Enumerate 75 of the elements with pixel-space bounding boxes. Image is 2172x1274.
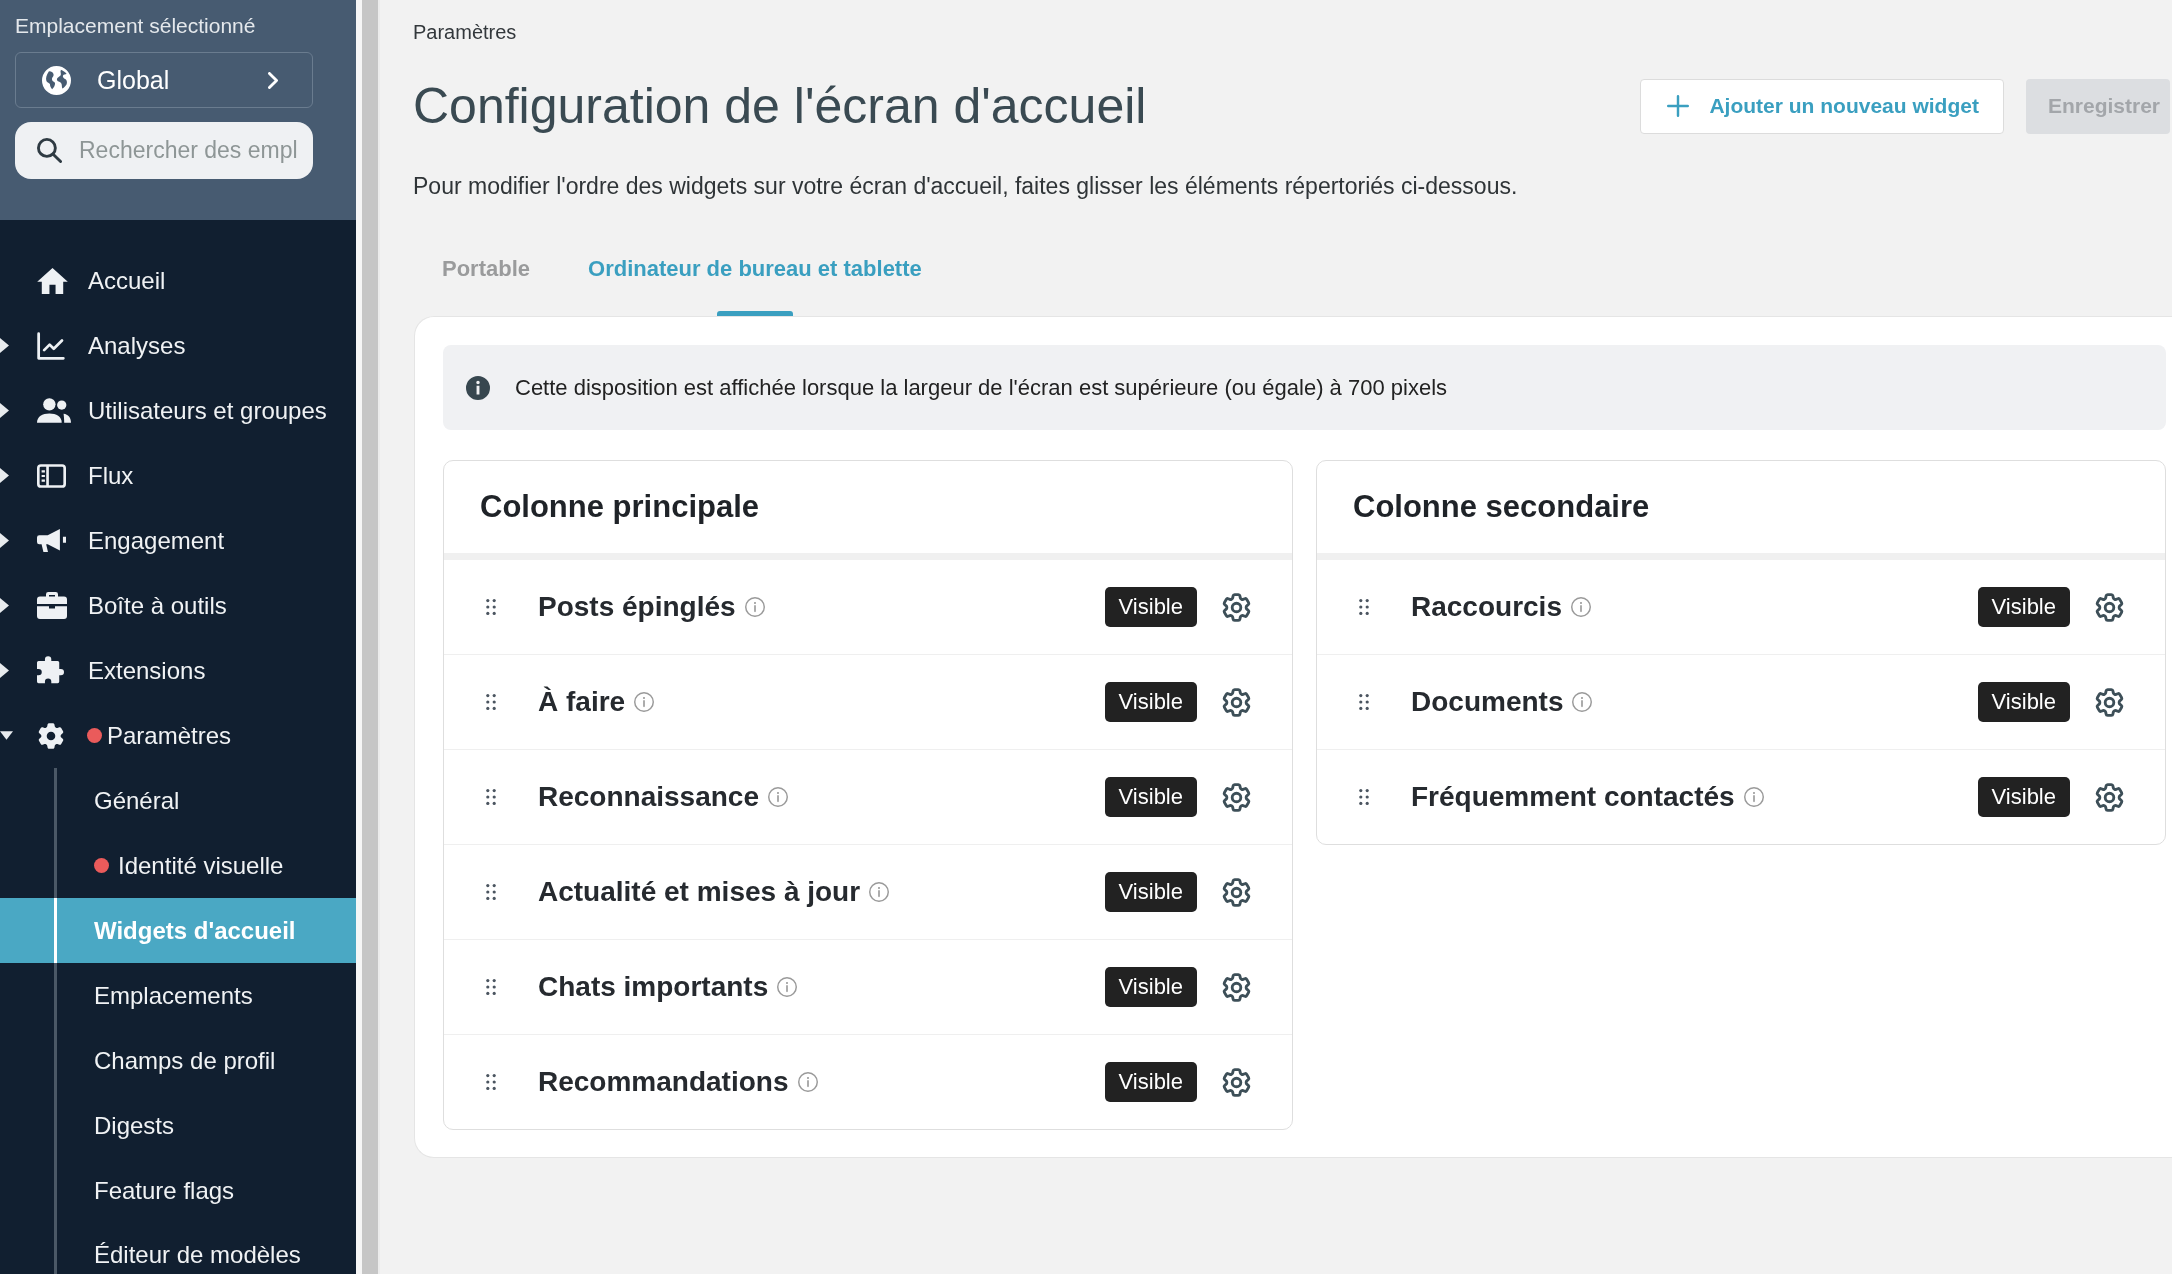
settings-icon[interactable] <box>1221 781 1252 813</box>
search-icon <box>37 138 62 163</box>
breadcrumb: Paramètres <box>413 20 518 45</box>
info-icon <box>777 977 798 997</box>
nav-item[interactable]: Boîte à outils <box>0 573 356 638</box>
settings-icon[interactable] <box>1221 876 1252 908</box>
settings-icon <box>37 721 65 750</box>
info-icon <box>744 597 765 617</box>
widget-name: Posts épinglés <box>538 591 736 623</box>
page-title: Configuration de l'écran d'accueil <box>413 77 1147 136</box>
drag-handle-icon[interactable] <box>486 884 496 900</box>
drag-handle-icon[interactable] <box>486 599 496 615</box>
globe-icon <box>42 65 71 95</box>
widget-name: Actualité et mises à jour <box>538 876 861 908</box>
chevron-right-icon <box>268 71 278 89</box>
info-text: Cette disposition est affichée lorsque la largeur de l'écran est supérieure (ou égale) à 700 pixels <box>515 374 1447 401</box>
settings-icon[interactable] <box>2094 781 2125 813</box>
nav-item[interactable]: Engagement <box>0 508 356 573</box>
nav-item[interactable]: Analyses <box>0 313 356 378</box>
status-badge: Visible <box>1104 872 1197 912</box>
status-badge: Visible <box>1104 587 1197 627</box>
location-label: Emplacement sélectionné <box>15 13 257 39</box>
nav-item[interactable]: Flux <box>0 443 356 508</box>
widget-name: Reconnaissance <box>538 781 759 813</box>
info-icon <box>1570 597 1591 617</box>
settings-icon[interactable] <box>1221 1066 1252 1098</box>
status-badge: Visible <box>1977 777 2070 817</box>
info-icon <box>634 692 655 712</box>
search-field[interactable]: Rechercher des empl <box>15 122 313 179</box>
line-chart-icon <box>37 331 65 360</box>
nav-item[interactable]: Paramètres <box>0 703 356 768</box>
status-badge: Visible <box>1977 587 2070 627</box>
users-icon <box>37 398 71 423</box>
settings-icon[interactable] <box>1221 591 1252 623</box>
page-description: Pour modifier l'ordre des widgets sur votre écran d'accueil, faites glisser les éléments répertoriés ci-dessous. <box>413 172 1519 201</box>
status-badge: Visible <box>1104 967 1197 1007</box>
drag-handle-icon[interactable] <box>486 694 496 710</box>
info-icon <box>768 787 788 807</box>
info-icon <box>797 1072 818 1092</box>
nav-item[interactable]: Extensions <box>0 638 356 703</box>
info-icon <box>869 882 890 902</box>
drag-handle-icon[interactable] <box>1359 694 1369 710</box>
drag-handle-icon[interactable] <box>1359 599 1369 615</box>
home-icon <box>37 267 68 294</box>
status-badge: Visible <box>1104 777 1197 817</box>
widget-name: Fréquemment contactés <box>1411 781 1735 813</box>
nav-item[interactable]: Utilisateurs et groupes <box>0 378 356 443</box>
widget-name: Chats importants <box>538 971 769 1003</box>
info-icon <box>1743 787 1764 807</box>
toolbox-icon <box>37 592 67 619</box>
widget-name: Recommandations <box>538 1066 789 1098</box>
settings-icon[interactable] <box>2094 686 2125 718</box>
puzzle-piece-icon <box>37 656 64 685</box>
drag-handle-icon[interactable] <box>1359 789 1369 805</box>
settings-icon[interactable] <box>2094 591 2125 623</box>
widget-name: Raccourcis <box>1411 591 1562 623</box>
panel-layout-icon <box>37 463 66 488</box>
drag-handle-icon[interactable] <box>486 979 496 995</box>
nav-item[interactable]: Accueil <box>0 248 356 313</box>
settings-icon[interactable] <box>1221 686 1252 718</box>
settings-icon[interactable] <box>1221 971 1252 1003</box>
info-icon <box>1572 692 1593 712</box>
column-title: Colonne secondaire <box>1353 489 1650 525</box>
info-icon <box>466 375 490 400</box>
megaphone-icon <box>37 529 66 552</box>
plus-icon <box>1667 95 1690 117</box>
widget-name: À faire <box>538 686 626 718</box>
status-badge: Visible <box>1104 1062 1197 1102</box>
drag-handle-icon[interactable] <box>486 789 496 805</box>
location-selector[interactable]: Global <box>15 52 313 108</box>
column-title: Colonne principale <box>480 489 760 525</box>
widget-name: Documents <box>1411 686 1564 718</box>
status-badge: Visible <box>1104 682 1197 722</box>
status-badge: Visible <box>1977 682 2070 722</box>
drag-handle-icon[interactable] <box>486 1074 496 1090</box>
